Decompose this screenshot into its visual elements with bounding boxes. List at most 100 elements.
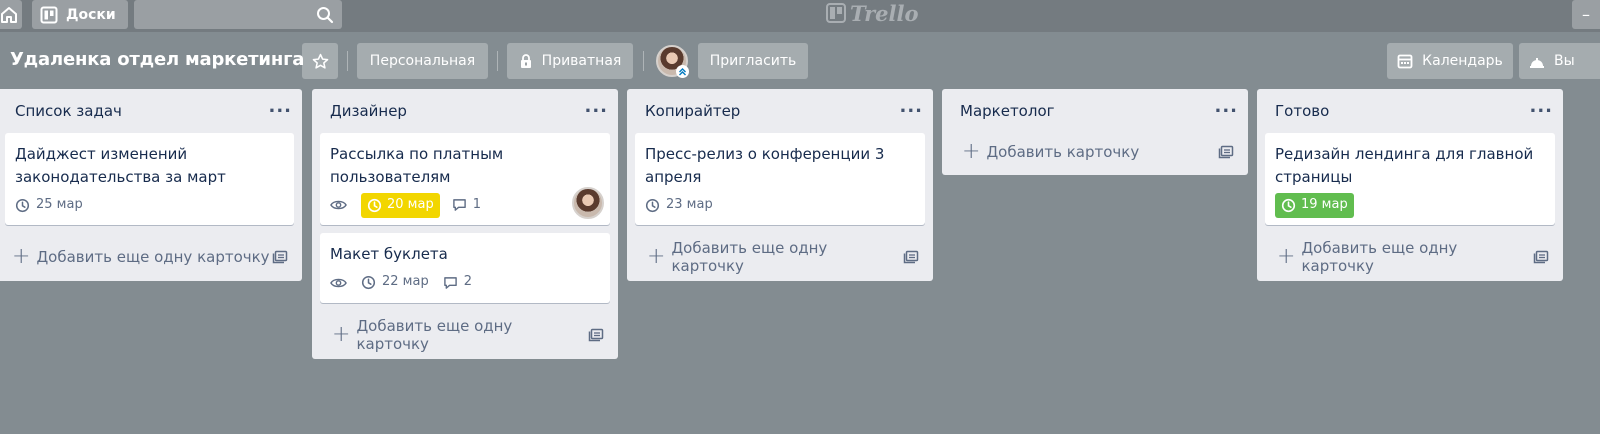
trello-logo-icon [826,3,846,23]
list-card[interactable]: Дайджест изменений законодательства за м… [5,133,294,225]
visibility-button[interactable]: Приватная [507,43,633,79]
list-header[interactable]: Дизайнер ... [312,89,618,133]
card-template-icon[interactable] [588,328,604,342]
search-icon [316,6,334,24]
plus-icon: + [647,244,666,269]
clock-icon [1281,198,1296,213]
header-divider [497,51,498,71]
trello-logo-text: Trello [850,0,919,26]
create-button[interactable]: – [1572,0,1600,29]
list-header[interactable]: Готово ... [1257,89,1563,133]
list-header[interactable]: Маркетолог ... [942,89,1248,133]
list-menu-icon[interactable]: ... [584,98,608,120]
boards-icon [40,6,58,24]
comments-count: 1 [472,196,481,212]
list-title[interactable]: Дизайнер [327,102,407,120]
card-badges: 22 мар 2 [330,270,600,296]
home-icon [0,6,18,24]
due-date-badge[interactable]: 19 мар [1275,192,1354,218]
card-template-icon[interactable] [1218,145,1234,159]
list-card[interactable]: Рассылка по платным пользователям 20 мар… [320,133,610,225]
add-card-button[interactable]: + Добавить еще одну карточку [1257,233,1563,281]
card-template-icon[interactable] [903,250,919,264]
list-menu-icon[interactable]: ... [268,98,292,120]
list-done: Готово ... Редизайн лендинга для главной… [1257,89,1563,281]
list-title[interactable]: Маркетолог [957,102,1055,120]
list-title[interactable]: Копирайтер [642,102,740,120]
due-date-text: 23 мар [666,196,713,212]
plus-icon: + [962,139,981,164]
due-date-text: 19 мар [1301,196,1348,212]
comment-icon [452,198,467,212]
comment-icon [443,276,458,290]
trello-logo: Trello [826,0,919,26]
team-button[interactable]: Персональная [357,43,488,79]
add-card-label: Добавить еще одну карточку [356,316,513,353]
add-card-button[interactable]: + Добавить карточку [942,133,1248,175]
plus-icon: + [12,244,31,269]
home-button[interactable] [0,0,22,29]
list-header[interactable]: Копирайтер ... [627,89,933,133]
header-divider [347,51,348,71]
lock-icon [519,53,533,69]
list-header[interactable]: Список задач ... [0,89,302,133]
eye-icon [330,277,347,289]
due-date-badge[interactable]: 20 мар [361,192,440,218]
boards-button[interactable]: Доски [32,0,128,29]
list-title[interactable]: Список задач [7,102,122,120]
add-card-button[interactable]: + Добавить еще одну карточку [0,233,302,281]
card-title: Дайджест изменений законодательства за м… [15,145,226,186]
due-date-badge[interactable]: 25 мар [15,194,83,217]
watching-badge [330,277,347,289]
card-title: Пресс-релиз о конференции 3 апреля [645,145,885,186]
calendar-button[interactable]: Календарь [1387,43,1513,79]
due-date-badge[interactable]: 23 мар [645,194,713,217]
due-date-badge[interactable]: 22 мар [361,271,429,294]
clock-icon [15,198,30,213]
card-member-avatar[interactable] [572,187,604,219]
admin-chevron-icon [676,65,689,78]
card-title: Редизайн лендинга для главной страницы [1275,145,1534,186]
star-icon [312,53,329,70]
list-title[interactable]: Готово [1272,102,1329,120]
list-card[interactable]: Редизайн лендинга для главной страницы 1… [1265,133,1555,225]
card-badges: 20 мар 1 [330,192,600,218]
calendar-icon [1397,53,1413,69]
list-todo: Список задач ... Дайджест изменений зако… [0,89,302,281]
card-badges: 23 мар [645,192,915,218]
due-date-text: 22 мар [382,274,429,290]
calendar-label: Календарь [1422,53,1503,69]
clock-icon [645,198,660,213]
search-input[interactable] [134,0,342,29]
card-template-icon[interactable] [1533,250,1549,264]
eye-icon [330,199,347,211]
board-title[interactable]: Удаленка отдел маркетинга [10,49,304,70]
list-menu-icon[interactable]: ... [1529,98,1553,120]
header-divider [643,51,644,71]
invite-button[interactable]: Пригласить [698,43,808,79]
plus-icon: – [1582,5,1590,24]
list-menu-icon[interactable]: ... [1214,98,1238,120]
list-copywriter: Копирайтер ... Пресс-релиз о конференции… [627,89,933,281]
add-card-label: Добавить еще одну карточку [36,248,270,266]
boards-label: Доски [66,6,116,23]
card-template-icon[interactable] [272,250,288,264]
top-bar: Доски Trello – [0,0,1600,32]
member-avatar[interactable] [656,45,689,78]
star-button[interactable] [302,43,338,79]
card-title: Макет буклета [330,245,448,263]
visibility-label: Приватная [541,53,622,69]
add-card-button[interactable]: + Добавить еще одну карточку [627,233,933,281]
add-card-label: Добавить еще одну карточку [1301,239,1458,275]
list-card[interactable]: Макет буклета 22 мар 2 [320,233,610,303]
butler-button[interactable]: Вы [1519,43,1600,79]
list-menu-icon[interactable]: ... [899,98,923,120]
add-card-button[interactable]: + Добавить еще одну карточку [312,311,618,359]
list-designer: Дизайнер ... Рассылка по платным пользов… [312,89,618,359]
clock-icon [361,275,376,290]
clock-icon [367,198,382,213]
plus-icon: + [1277,244,1296,269]
comments-count: 2 [463,274,472,290]
list-marketer: Маркетолог ... + Добавить карточку [942,89,1248,175]
list-card[interactable]: Пресс-релиз о конференции 3 апреля 23 ма… [635,133,925,225]
